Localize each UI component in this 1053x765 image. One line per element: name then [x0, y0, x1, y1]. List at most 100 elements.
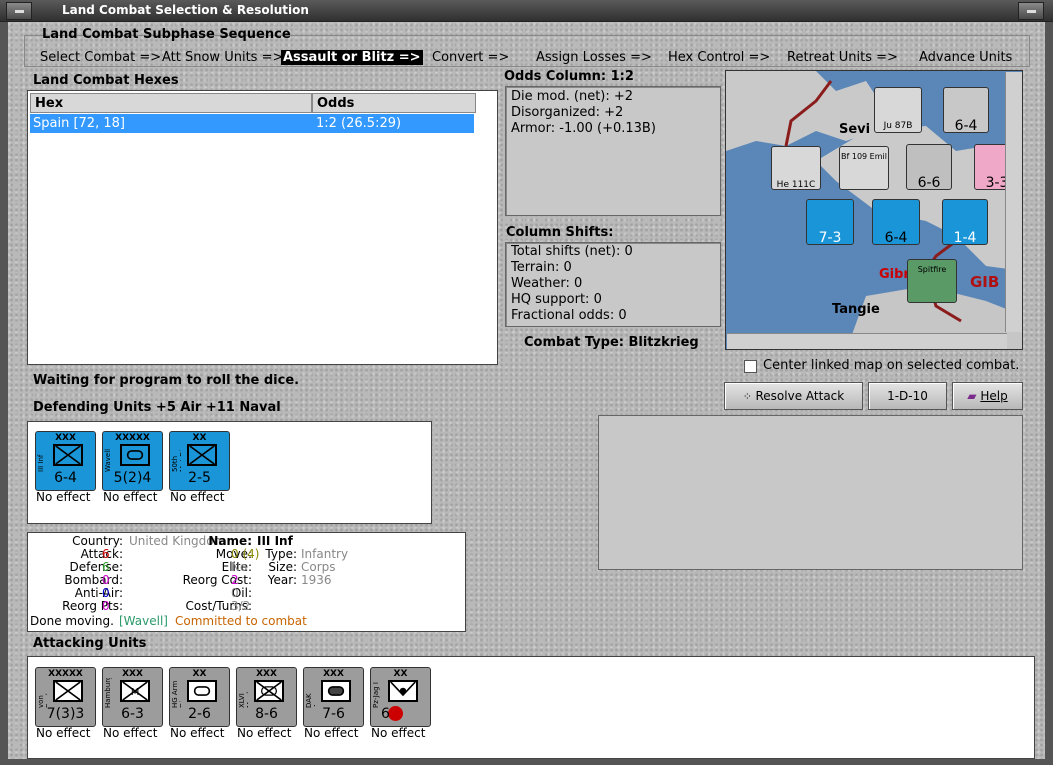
map-counter[interactable]: 6-6: [906, 144, 952, 191]
armor-icon: [187, 680, 217, 702]
col-hex-header[interactable]: Hex: [30, 93, 312, 113]
map-unit-ju87[interactable]: Ju 87B: [874, 87, 922, 133]
hex-cell: Spain [72, 18]: [33, 116, 125, 131]
resolve-attack-button[interactable]: ⁘ Resolve Attack: [724, 382, 863, 410]
attacking-title: Attacking Units: [33, 636, 147, 651]
odds-title: Odds Column: 1:2: [504, 69, 634, 84]
minimize-button[interactable]: [1018, 2, 1044, 20]
shift-line: Terrain: 0: [511, 260, 572, 275]
step-retreat: Retreat Units =>: [787, 50, 898, 65]
unit-strength: 2-6: [188, 706, 211, 722]
step-att-snow: Att Snow Units =>: [162, 50, 284, 65]
armor-icon: [321, 680, 351, 702]
combat-type: Combat Type: Blitzkrieg: [524, 335, 699, 350]
step-convert: Convert =>: [432, 50, 510, 65]
step-advance: Advance Units: [919, 50, 1013, 65]
attacker-counter[interactable]: XXX XLVI Mech 8-6: [236, 667, 297, 727]
shift-line: Total shifts (net): 0: [511, 244, 633, 259]
help-button[interactable]: ▰ Help: [952, 382, 1023, 410]
step-hex-control: Hex Control =>: [668, 50, 771, 65]
map-horizontal-scrollbar[interactable]: [727, 333, 1007, 349]
unit-name: Wavell: [104, 448, 112, 472]
year-label: Year:: [267, 573, 297, 587]
system-menu-button[interactable]: [6, 2, 32, 20]
tactical-map[interactable]: Sevi Gibr GIB Tangie Ju 87B He 111C Bf 1…: [725, 70, 1023, 350]
unit-name: von Bock: [37, 691, 47, 708]
unit-strength: 5(2)4: [113, 470, 152, 486]
attacker-counter[interactable]: XX HG Arm Div 2-6: [169, 667, 230, 727]
infantry-icon: [53, 444, 83, 466]
odds-line: Disorganized: +2: [511, 105, 624, 120]
attacking-units-panel: XXXXX von Bock 7(3)3 No effect XXX Hambu…: [27, 656, 1035, 759]
attacker-result: No effect: [36, 726, 91, 740]
defender-counter[interactable]: XX 50th Mot Div 2-5: [169, 431, 230, 491]
motorized-icon: [187, 444, 217, 466]
defender-counter[interactable]: XXX III Inf 6-4: [35, 431, 96, 491]
hexes-list: Hex Odds Spain [72, 18] 1:2 (26.5:29): [27, 90, 498, 365]
book-icon: ▰: [967, 389, 981, 403]
center-linked-checkbox[interactable]: [744, 360, 757, 373]
attacker-result: No effect: [170, 726, 225, 740]
map-unit-name: Bf 109 Emil: [841, 152, 887, 161]
unit-strength: 6-4: [54, 470, 77, 486]
map-unit-spitfire[interactable]: Spitfire: [907, 259, 957, 303]
status-text: Waiting for program to roll the dice.: [33, 373, 300, 388]
resolve-attack-label: Resolve Attack: [755, 389, 845, 403]
done-moving-text: Done moving.: [30, 614, 114, 628]
year-value: 1936: [301, 573, 332, 587]
defender-counter[interactable]: XXXXX Wavell 5(2)4: [102, 431, 163, 491]
reorgpts-label: Reorg Pts:: [62, 599, 123, 613]
step-select-combat: Select Combat =>: [40, 50, 162, 65]
attacker-counter[interactable]: XXX Hamburg M 6-3: [102, 667, 163, 727]
unit-name: Pz-Jag I: [372, 682, 380, 708]
defending-units-panel: XXX III Inf 6-4 No effect XXXXX Wavell 5…: [27, 421, 432, 524]
shift-line: Fractional odds: 0: [511, 308, 627, 323]
unit-name: HG Arm Div: [171, 680, 181, 708]
step-assign-losses: Assign Losses =>: [536, 50, 652, 65]
unit-strength: 6: [381, 706, 390, 722]
unit-strength: 7-6: [322, 706, 345, 722]
map-vertical-scrollbar[interactable]: [1005, 72, 1022, 332]
attacker-counter[interactable]: XXXXX von Bock 7(3)3: [35, 667, 96, 727]
defender-result: No effect: [103, 490, 158, 504]
odds-cell: 1:2 (26.5:29): [316, 116, 402, 131]
committed-text: Committed to combat: [175, 614, 307, 628]
svg-text:M: M: [131, 687, 139, 698]
defender-result: No effect: [170, 490, 225, 504]
shifts-title: Column Shifts:: [506, 225, 614, 240]
map-label-sevi: Sevi: [839, 122, 871, 137]
map-unit-name: Ju 87B: [883, 121, 913, 131]
map-counter[interactable]: 1-4: [942, 199, 988, 246]
infantry-icon: [53, 680, 83, 702]
unit-name: XLVI Mech: [238, 689, 248, 708]
attacker-counter[interactable]: XXX DAK Arm 7-6: [303, 667, 364, 727]
col-odds-header[interactable]: Odds: [312, 93, 476, 113]
charts-button[interactable]: 1-D-10 Charts: [868, 382, 947, 429]
odds-line: Die mod. (net): +2: [511, 89, 634, 104]
unit-strength: 7(3)3: [46, 706, 85, 722]
center-linked-label: Center linked map on selected combat.: [763, 358, 1020, 373]
hex-row[interactable]: Spain [72, 18] 1:2 (26.5:29): [30, 114, 474, 133]
unit-strength: 8-6: [255, 706, 278, 722]
map-counter[interactable]: 6-4: [872, 199, 920, 246]
hexes-title: Land Combat Hexes: [33, 73, 179, 88]
help-label: Help: [980, 389, 1008, 403]
unit-name: 50th Mot Div: [171, 445, 181, 472]
map-counter-str: 1-4: [953, 230, 977, 246]
mountain-infantry-icon: M: [120, 680, 150, 702]
hq-link[interactable]: [Wavell]: [119, 615, 168, 628]
title-bar: Land Combat Selection & Resolution: [0, 0, 1053, 22]
mech-icon: [254, 680, 284, 702]
odds-line: Armor: -1.00 (+0.13B): [511, 121, 656, 136]
map-unit-name: He 111C: [776, 180, 816, 190]
attacker-counter[interactable]: XX Pz-Jag I 6: [370, 667, 431, 727]
map-unit-he111[interactable]: He 111C: [771, 146, 821, 190]
map-counter[interactable]: 7-3: [806, 199, 854, 246]
unit-name: Hamburg: [104, 678, 112, 708]
unit-info-panel: Country: United Kingdom Attack: 6 Defens…: [27, 532, 466, 632]
anti-tank-icon: [388, 680, 418, 702]
map-unit-bf109[interactable]: Bf 109 Emil: [839, 146, 889, 190]
dice-result-panel: [598, 415, 1023, 570]
map-counter[interactable]: 6-4: [943, 87, 989, 134]
reorgpts-value: 0: [102, 599, 110, 613]
